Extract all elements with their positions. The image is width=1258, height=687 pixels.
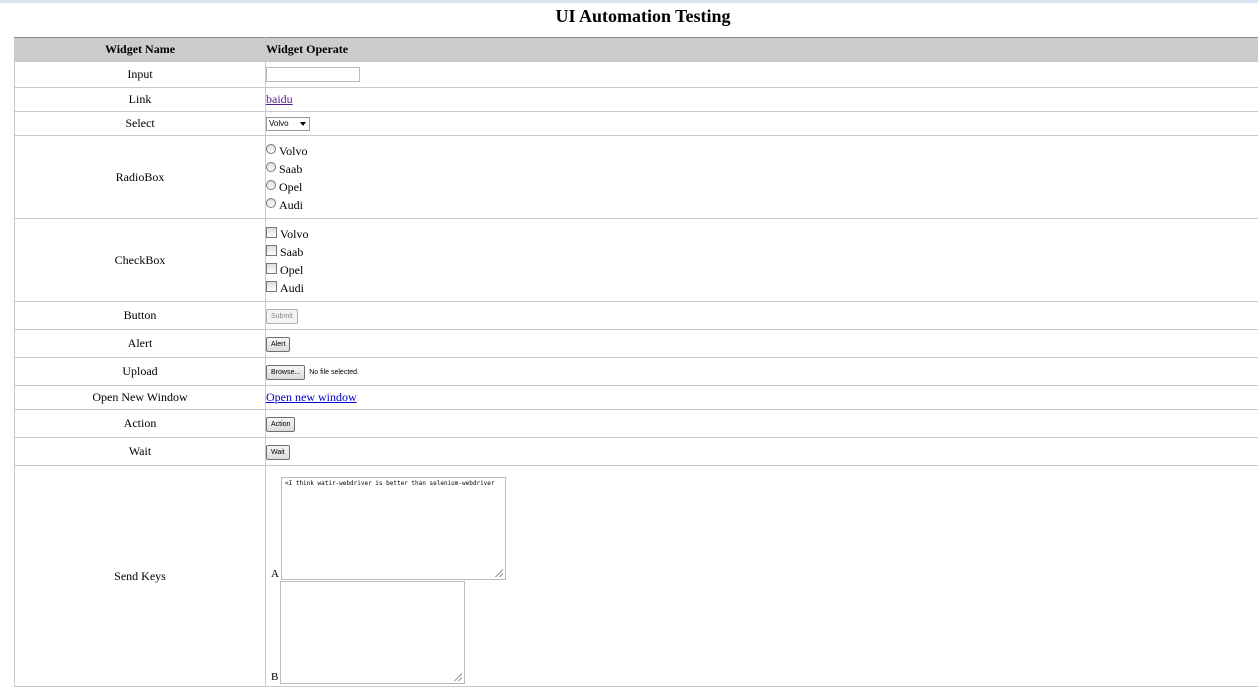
radio-option-saab[interactable]: Saab bbox=[266, 160, 1258, 178]
radio-button[interactable] bbox=[266, 180, 276, 190]
checkbox[interactable] bbox=[266, 281, 277, 292]
textarea-a[interactable]: <I think watir-webdriver is better than … bbox=[281, 477, 506, 580]
row-send-keys: Send Keys A <I think watir-webdriver is … bbox=[15, 466, 1258, 687]
row-operate: Browse... No file selected. bbox=[266, 358, 1258, 386]
row-label: Select bbox=[15, 112, 266, 136]
row-radiobox: RadioBox Volvo Saab Opel Audi bbox=[15, 136, 1258, 219]
row-alert: Alert Alert bbox=[15, 330, 1258, 358]
radio-option-audi[interactable]: Audi bbox=[266, 196, 1258, 214]
row-link: Link baidu bbox=[15, 88, 1258, 112]
checkbox-label: Volvo bbox=[280, 225, 308, 243]
row-operate: baidu bbox=[266, 88, 1258, 112]
wait-button[interactable]: Wait bbox=[266, 445, 290, 460]
row-open-window: Open New Window Open new window bbox=[15, 386, 1258, 410]
row-button: Button Submit bbox=[15, 302, 1258, 330]
browse-button[interactable]: Browse... bbox=[266, 365, 305, 380]
row-operate: Action bbox=[266, 410, 1258, 438]
widget-table: Widget Name Widget Operate Input Link ba… bbox=[14, 37, 1258, 687]
checkbox[interactable] bbox=[266, 263, 277, 274]
checkbox-option-audi[interactable]: Audi bbox=[266, 279, 1258, 297]
textarea-b[interactable] bbox=[280, 581, 465, 684]
row-label: Send Keys bbox=[15, 466, 266, 687]
textarea-b-label: B bbox=[271, 671, 278, 683]
row-operate: A <I think watir-webdriver is better tha… bbox=[266, 466, 1258, 687]
radio-label: Saab bbox=[279, 160, 302, 178]
row-label: Link bbox=[15, 88, 266, 112]
row-label: Action bbox=[15, 410, 266, 438]
row-operate: Volvo Saab Opel Audi bbox=[266, 219, 1258, 302]
row-operate: Wait bbox=[266, 438, 1258, 466]
resize-grip-icon[interactable] bbox=[495, 569, 503, 577]
radio-label: Opel bbox=[279, 178, 302, 196]
radio-option-volvo[interactable]: Volvo bbox=[266, 142, 1258, 160]
radio-button[interactable] bbox=[266, 162, 276, 172]
car-select[interactable]: Volvo bbox=[266, 117, 310, 131]
checkbox-option-opel[interactable]: Opel bbox=[266, 261, 1258, 279]
textarea-a-text: <I think watir-webdriver is better than … bbox=[285, 480, 495, 487]
row-operate bbox=[266, 62, 1258, 88]
checkbox-option-saab[interactable]: Saab bbox=[266, 243, 1258, 261]
row-checkbox: CheckBox Volvo Saab Opel Audi bbox=[15, 219, 1258, 302]
radio-button[interactable] bbox=[266, 144, 276, 154]
checkbox-option-volvo[interactable]: Volvo bbox=[266, 225, 1258, 243]
row-label: Upload bbox=[15, 358, 266, 386]
row-operate: Volvo Saab Opel Audi bbox=[266, 136, 1258, 219]
radio-option-opel[interactable]: Opel bbox=[266, 178, 1258, 196]
checkbox[interactable] bbox=[266, 245, 277, 256]
submit-button[interactable]: Submit bbox=[266, 309, 298, 324]
row-label: Button bbox=[15, 302, 266, 330]
row-action: Action Action bbox=[15, 410, 1258, 438]
row-input: Input bbox=[15, 62, 1258, 88]
row-label: Input bbox=[15, 62, 266, 88]
row-label: Alert bbox=[15, 330, 266, 358]
row-label: RadioBox bbox=[15, 136, 266, 219]
header-widget-name: Widget Name bbox=[15, 38, 266, 62]
checkbox-label: Audi bbox=[280, 279, 304, 297]
checkbox-label: Saab bbox=[280, 243, 303, 261]
file-status-text: No file selected. bbox=[309, 369, 359, 376]
row-upload: Upload Browse... No file selected. bbox=[15, 358, 1258, 386]
header-widget-operate: Widget Operate bbox=[266, 38, 1258, 62]
open-new-window-link[interactable]: Open new window bbox=[266, 390, 357, 404]
row-select: Select Volvo bbox=[15, 112, 1258, 136]
action-button[interactable]: Action bbox=[266, 417, 295, 432]
chevron-down-icon bbox=[300, 122, 306, 126]
row-wait: Wait Wait bbox=[15, 438, 1258, 466]
row-label: Open New Window bbox=[15, 386, 266, 410]
checkbox[interactable] bbox=[266, 227, 277, 238]
select-value: Volvo bbox=[269, 119, 289, 128]
radio-label: Volvo bbox=[279, 142, 307, 160]
row-operate: Volvo bbox=[266, 112, 1258, 136]
checkbox-label: Opel bbox=[280, 261, 303, 279]
top-border bbox=[0, 0, 1258, 3]
row-operate: Submit bbox=[266, 302, 1258, 330]
textarea-a-label: A bbox=[271, 568, 279, 580]
page-title: UI Automation Testing bbox=[0, 6, 1258, 27]
row-label: CheckBox bbox=[15, 219, 266, 302]
text-input[interactable] bbox=[266, 67, 360, 82]
row-operate: Alert bbox=[266, 330, 1258, 358]
row-operate: Open new window bbox=[266, 386, 1258, 410]
baidu-link[interactable]: baidu bbox=[266, 92, 293, 106]
alert-button[interactable]: Alert bbox=[266, 337, 290, 352]
row-label: Wait bbox=[15, 438, 266, 466]
radio-button[interactable] bbox=[266, 198, 276, 208]
radio-label: Audi bbox=[279, 196, 303, 214]
resize-grip-icon[interactable] bbox=[454, 673, 462, 681]
